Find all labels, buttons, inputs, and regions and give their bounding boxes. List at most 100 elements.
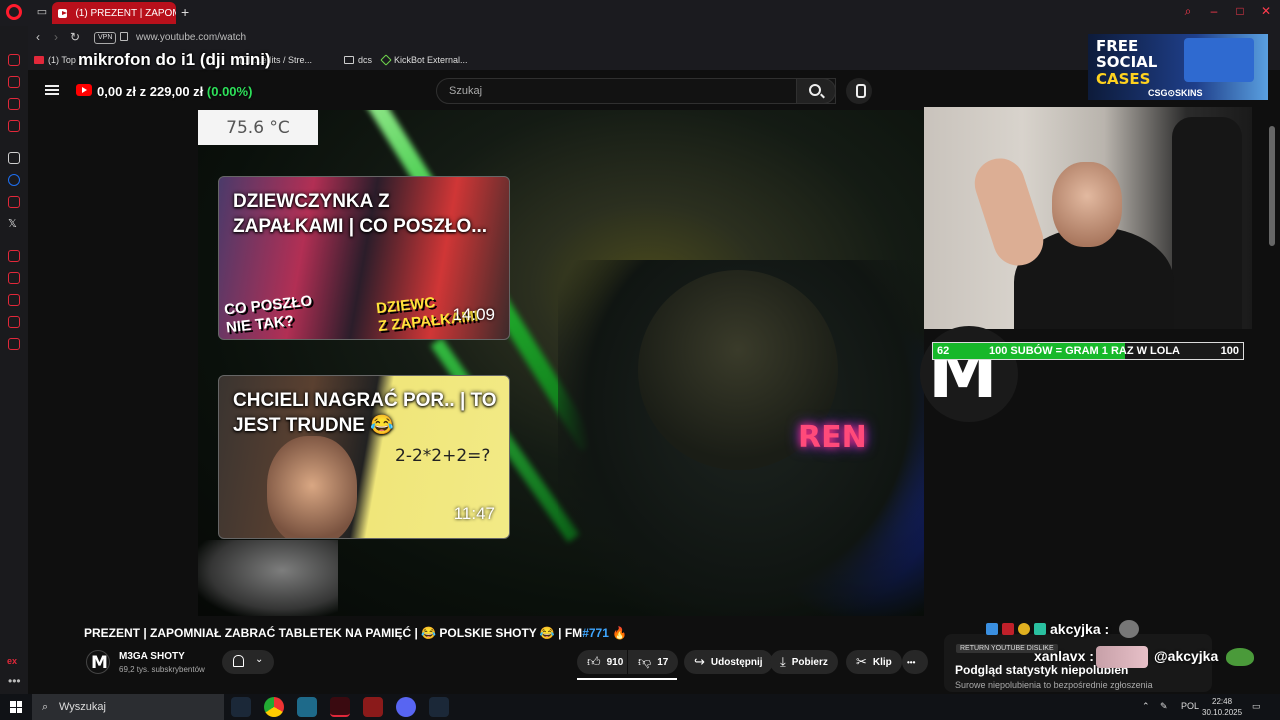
menu-icon[interactable] bbox=[45, 85, 59, 95]
search-button[interactable] bbox=[796, 78, 836, 104]
player-icon[interactable] bbox=[8, 250, 20, 262]
donation-goal: 0,00 zł z 229,00 zł (0.00%) bbox=[97, 84, 253, 99]
card-title: CHCIELI NAGRAĆ POR.. | TO JEST TRUDNE 😂 bbox=[233, 390, 497, 436]
suggested-video-card[interactable]: CO POSZŁO NIE TAK? DZIEWC Z ZAPAŁKAMI DZ… bbox=[218, 176, 510, 340]
wallet-icon[interactable] bbox=[8, 272, 20, 284]
like-ratio-bar bbox=[577, 678, 677, 680]
app-icon[interactable] bbox=[297, 697, 317, 717]
ad-brand: CSG⊙SKINS bbox=[1148, 88, 1203, 98]
windows-start-icon[interactable] bbox=[10, 701, 22, 713]
browser-tab-active[interactable]: (1) PREZENT | ZAPOMNIAŁ bbox=[52, 2, 176, 24]
share-button[interactable]: ↪ Udostępnij bbox=[684, 650, 773, 674]
twitch-icon[interactable] bbox=[8, 98, 20, 110]
channel-avatar[interactable]: M bbox=[86, 650, 110, 674]
video-title: PREZENT | ZAPOMNIAŁ ZABRAĆ TABLETEK NA P… bbox=[84, 626, 628, 640]
bookmark-item[interactable]: KickBot External... bbox=[380, 54, 468, 66]
suggested-video-card[interactable]: 2-2*2+2=? CHCIELI NAGRAĆ POR.. | TO JEST… bbox=[218, 375, 510, 539]
discord-icon[interactable] bbox=[396, 697, 416, 717]
page-scrollbar[interactable] bbox=[1268, 110, 1276, 694]
badge-icon bbox=[986, 623, 998, 635]
close-icon[interactable]: ✕ bbox=[1260, 5, 1272, 17]
windows-taskbar: ⌕ Wyszukaj ⌃ ✎ POL 22:48 30.10.2025 ▭ bbox=[0, 694, 1280, 720]
forward-icon[interactable]: › bbox=[54, 30, 58, 44]
temperature-readout: 75.6 °C bbox=[198, 110, 318, 145]
messenger-icon[interactable] bbox=[8, 174, 20, 186]
chat-message: akcyjka : bbox=[986, 620, 1140, 638]
new-tab-icon[interactable]: + bbox=[181, 4, 189, 20]
search-input[interactable]: Szukaj bbox=[436, 78, 836, 104]
vpn-badge[interactable]: VPN bbox=[94, 32, 117, 44]
url-field[interactable]: www.youtube.com/watch bbox=[136, 32, 246, 43]
like-button[interactable]: 👍︎ 910 bbox=[577, 650, 627, 674]
thumb-caption-left: CO POSZŁO NIE TAK? bbox=[223, 292, 313, 337]
steam-icon[interactable] bbox=[429, 697, 449, 717]
opera-gx-icon[interactable] bbox=[330, 697, 350, 717]
chat-username: xanlavx : bbox=[1034, 648, 1094, 664]
tiktok-icon[interactable] bbox=[8, 152, 20, 164]
instagram-icon[interactable] bbox=[8, 196, 20, 208]
thumbs-down-icon: 👎︎ bbox=[638, 654, 652, 669]
tray-chevron-icon[interactable]: ⌃ bbox=[1142, 701, 1150, 712]
download-button[interactable]: ⤓ Pobierz bbox=[770, 650, 838, 674]
opera-logo-icon[interactable] bbox=[6, 4, 22, 20]
aria-icon[interactable] bbox=[8, 54, 20, 66]
clip-button[interactable]: ✂ Klip bbox=[846, 650, 902, 674]
hashtag-link[interactable]: #771 bbox=[582, 626, 609, 640]
clock[interactable]: 22:48 30.10.2025 bbox=[1202, 696, 1242, 718]
back-icon[interactable]: ‹ bbox=[36, 30, 40, 44]
mail-icon[interactable] bbox=[8, 120, 20, 132]
lock-icon[interactable] bbox=[120, 32, 128, 41]
extensions-icon[interactable] bbox=[8, 316, 20, 328]
kickbot-icon bbox=[380, 54, 392, 66]
search-tabs-icon[interactable]: ⌕ bbox=[1182, 5, 1194, 17]
history-icon[interactable] bbox=[8, 294, 20, 306]
more-icon[interactable]: ••• bbox=[8, 674, 21, 688]
facecam bbox=[924, 107, 1252, 329]
csgoskins-ad[interactable]: FREE SOCIAL CASES CSG⊙SKINS bbox=[1088, 34, 1268, 100]
bookmark-item[interactable]: dcs bbox=[344, 55, 372, 65]
card-title: DZIEWCZYNKA Z ZAPAŁKAMI | CO POSZŁO... bbox=[233, 191, 488, 237]
settings-icon[interactable] bbox=[8, 338, 20, 350]
bell-icon bbox=[233, 655, 244, 667]
channel-name[interactable]: M3GA SHOTY bbox=[119, 651, 185, 662]
scissors-icon: ✂ bbox=[856, 654, 867, 669]
dislike-button[interactable]: 👎︎ 17 bbox=[628, 650, 678, 674]
youtube-logo-icon[interactable] bbox=[76, 84, 92, 96]
search-placeholder: Szukaj bbox=[449, 85, 483, 97]
tab-title: (1) PREZENT | ZAPOMNIAŁ bbox=[75, 7, 176, 19]
maximize-icon[interactable]: □ bbox=[1234, 5, 1246, 17]
badge-icon bbox=[1002, 623, 1014, 635]
window-controls: ⌕ – □ ✕ bbox=[1182, 5, 1272, 17]
chevron-down-icon: ⌄ bbox=[255, 654, 264, 665]
sub-goal-bar: 62 100 SUBÓW = GRAM 1 RAZ W LOLA 100 bbox=[932, 342, 1244, 360]
search-icon: ⌕ bbox=[42, 701, 49, 713]
ryd-subtitle: Surowe niepolubienia to bezpośrednie zgł… bbox=[955, 680, 1153, 690]
channel-m-logo-icon: M bbox=[920, 326, 1018, 422]
thumb-math: 2-2*2+2=? bbox=[395, 446, 491, 466]
reload-icon[interactable]: ↻ bbox=[70, 30, 80, 44]
pen-icon[interactable]: ✎ bbox=[1160, 701, 1168, 712]
chat-emote bbox=[1096, 646, 1148, 668]
gift-box-icon bbox=[1184, 38, 1254, 82]
more-actions-button[interactable]: ••• bbox=[902, 650, 928, 674]
youtube-favicon-icon bbox=[58, 8, 68, 18]
bookmark-item[interactable]: (1) Top bbox=[34, 55, 76, 65]
notification-bell-button[interactable]: ⌄ bbox=[222, 650, 274, 674]
gx-icon[interactable] bbox=[8, 76, 20, 88]
x-icon[interactable]: 𝕏 bbox=[8, 218, 20, 230]
voice-search-icon[interactable] bbox=[846, 78, 872, 104]
tab-menu-icon[interactable]: ▭ bbox=[34, 5, 50, 19]
taskbar-search[interactable]: ⌕ Wyszukaj bbox=[32, 694, 224, 720]
steam-icon[interactable] bbox=[231, 697, 251, 717]
voicemeeter-icon[interactable] bbox=[363, 697, 383, 717]
language-indicator[interactable]: POL bbox=[1181, 701, 1199, 711]
notifications-icon[interactable]: ▭ bbox=[1252, 701, 1261, 712]
chat-message-text: @akcyjka bbox=[1154, 648, 1219, 664]
gx-corner-icon[interactable]: ex bbox=[7, 656, 17, 666]
minimize-icon[interactable]: – bbox=[1208, 5, 1220, 17]
chrome-icon[interactable] bbox=[264, 697, 284, 717]
opera-sidebar: 𝕏 ex ••• bbox=[0, 26, 28, 694]
thumbs-up-icon: 👍︎ bbox=[587, 654, 601, 669]
chat-emote bbox=[1119, 620, 1140, 638]
channel-subscribers: 69,2 tys. subskrybentów bbox=[119, 665, 205, 674]
